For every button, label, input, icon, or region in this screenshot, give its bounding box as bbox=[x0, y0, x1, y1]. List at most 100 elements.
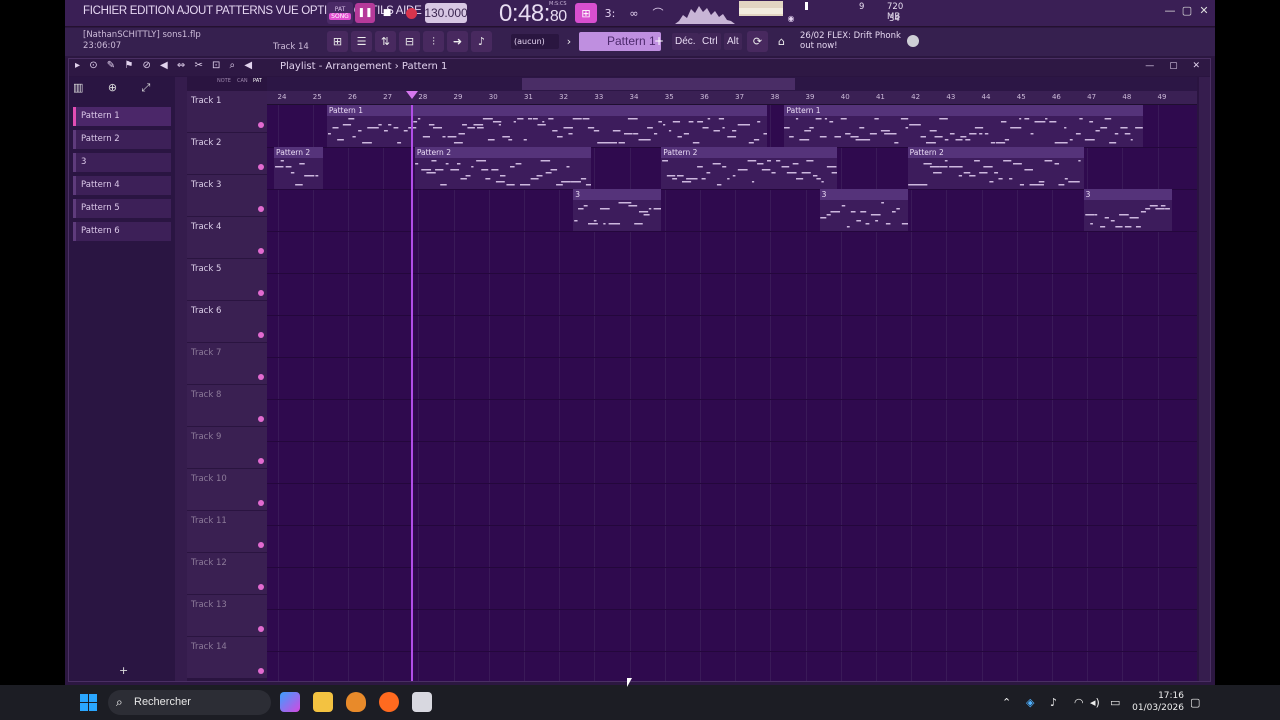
step-edit-icon[interactable]: ⊞ bbox=[575, 3, 597, 23]
notification-icon[interactable]: ▢ bbox=[1190, 696, 1200, 709]
chevron-right-icon[interactable]: › bbox=[563, 31, 575, 52]
track-header[interactable]: Track 5 bbox=[187, 259, 267, 301]
arrangement-grid[interactable]: Pattern 1 Pattern 1 Pattern 2 Pattern 2 Patt… bbox=[267, 105, 1197, 681]
track-enable-led[interactable] bbox=[258, 584, 264, 590]
minimize-icon[interactable]: — bbox=[1162, 4, 1178, 20]
pattern-clip[interactable]: Pattern 2 bbox=[907, 147, 1084, 189]
picker-item[interactable]: Pattern 2 bbox=[73, 130, 171, 149]
playlist-icon[interactable]: ⊞ bbox=[327, 31, 348, 52]
track-enable-led[interactable] bbox=[258, 290, 264, 296]
globe-icon[interactable] bbox=[907, 35, 919, 47]
track-header[interactable]: Track 3 bbox=[187, 175, 267, 217]
arrow-icon[interactable]: ➜ bbox=[447, 31, 468, 52]
ctrl-button[interactable]: Ctrl bbox=[699, 33, 721, 50]
dec-button[interactable]: Déc. bbox=[672, 33, 699, 50]
microphone-icon[interactable]: ♪ bbox=[471, 31, 492, 52]
pattern-clip[interactable]: Pattern 2 bbox=[274, 147, 324, 189]
microphone-icon[interactable]: ♪ bbox=[1050, 696, 1057, 709]
track-enable-led[interactable] bbox=[258, 164, 264, 170]
channel-rack-icon[interactable]: ☰ bbox=[351, 31, 372, 52]
record-button[interactable] bbox=[401, 3, 421, 23]
mixer-icon[interactable]: ⫶ bbox=[423, 31, 444, 52]
countdown-icon[interactable]: 3: bbox=[599, 3, 621, 23]
track-enable-led[interactable] bbox=[258, 248, 264, 254]
pattern-clip[interactable]: Pattern 1 bbox=[326, 105, 767, 147]
snipping-tool-icon[interactable] bbox=[412, 692, 432, 712]
metronome-icon[interactable]: ⌒ bbox=[647, 3, 669, 23]
copilot-icon[interactable] bbox=[280, 692, 300, 712]
track-enable-led[interactable] bbox=[258, 626, 264, 632]
pattern-clip[interactable]: 3 bbox=[819, 189, 908, 231]
browser-icon[interactable]: ⊟ bbox=[399, 31, 420, 52]
track-header[interactable]: Track 10 bbox=[187, 469, 267, 511]
tempo-display[interactable]: 130.000 bbox=[424, 3, 468, 23]
track-enable-led[interactable] bbox=[258, 668, 264, 674]
battery-icon[interactable]: ▭ bbox=[1110, 696, 1120, 709]
picker-scrollbar[interactable] bbox=[175, 77, 187, 681]
track-header[interactable]: Track 7 bbox=[187, 343, 267, 385]
fl-studio-icon[interactable] bbox=[346, 692, 366, 712]
pattern-clip[interactable]: Pattern 1 bbox=[784, 105, 1144, 147]
picker-add-button[interactable]: + bbox=[119, 664, 128, 677]
track-header[interactable]: Track 14 bbox=[187, 637, 267, 679]
add-pattern-button[interactable]: + bbox=[654, 32, 666, 51]
picker-item[interactable]: Pattern 6 bbox=[73, 222, 171, 241]
overview-bar[interactable] bbox=[267, 77, 1197, 91]
picker-item[interactable]: Pattern 1 bbox=[73, 107, 171, 126]
piano-roll-icon[interactable]: ⇅ bbox=[375, 31, 396, 52]
playhead-marker[interactable] bbox=[406, 91, 418, 99]
alt-button[interactable]: Alt bbox=[724, 33, 742, 50]
stop-button[interactable]: ■ bbox=[377, 3, 397, 23]
pattern-clip[interactable]: Pattern 2 bbox=[414, 147, 591, 189]
maximize-icon[interactable]: ▢ bbox=[1179, 4, 1195, 20]
track-enable-led[interactable] bbox=[258, 332, 264, 338]
close-icon[interactable]: ✕ bbox=[1196, 4, 1212, 20]
security-icon[interactable]: ◈ bbox=[1026, 696, 1034, 709]
tray-chevron-icon[interactable]: ⌃ bbox=[1002, 696, 1011, 709]
file-explorer-icon[interactable] bbox=[313, 692, 333, 712]
track-header[interactable]: Track 6 bbox=[187, 301, 267, 343]
loop-record-icon[interactable]: ∞ bbox=[623, 3, 645, 23]
windows-start-icon[interactable] bbox=[80, 694, 97, 711]
track-header[interactable]: Track 2 bbox=[187, 133, 267, 175]
track-enable-led[interactable] bbox=[258, 458, 264, 464]
track-header[interactable]: Track 12 bbox=[187, 553, 267, 595]
undo-history-icon[interactable]: ⟳ bbox=[747, 31, 768, 52]
track-header[interactable]: Track 13 bbox=[187, 595, 267, 637]
picker-item[interactable]: 3 bbox=[73, 153, 171, 172]
track-header[interactable]: Track 8 bbox=[187, 385, 267, 427]
track-header[interactable]: Track 11 bbox=[187, 511, 267, 553]
track-enable-led[interactable] bbox=[258, 416, 264, 422]
news-panel[interactable]: 26/02 FLEX: Drift Phonk out now! bbox=[800, 31, 901, 51]
cart-icon[interactable]: ⌂ bbox=[771, 31, 792, 52]
hint-time: 23:06:07 bbox=[83, 41, 122, 51]
volume-icon[interactable]: ◂) bbox=[1090, 696, 1100, 709]
pattern-clip[interactable]: Pattern 2 bbox=[661, 147, 838, 189]
overview-window[interactable] bbox=[522, 78, 795, 90]
eye-icon[interactable]: ◉ bbox=[785, 12, 797, 24]
taskbar-search[interactable]: Rechercher bbox=[108, 690, 271, 715]
track-header[interactable]: Track 9 bbox=[187, 427, 267, 469]
picker-item[interactable]: Pattern 5 bbox=[73, 199, 171, 218]
track-enable-led[interactable] bbox=[258, 206, 264, 212]
track-enable-led[interactable] bbox=[258, 542, 264, 548]
track-header[interactable]: Track 4 bbox=[187, 217, 267, 259]
system-clock[interactable]: 17:16 01/03/2026 bbox=[1132, 690, 1184, 714]
playlist-window-buttons[interactable]: — ▢ ✕ bbox=[1145, 61, 1206, 71]
track-enable-led[interactable] bbox=[258, 122, 264, 128]
picker-item[interactable]: Pattern 4 bbox=[73, 176, 171, 195]
pat-song-toggle[interactable]: PAT SONG bbox=[327, 2, 353, 24]
wifi-icon[interactable]: ◠ bbox=[1074, 696, 1084, 709]
picker-toggle[interactable]: ▥ ⊕ ⤢ bbox=[73, 81, 171, 101]
pause-button[interactable]: ❚❚ bbox=[355, 3, 375, 23]
track-header[interactable]: Track 1 bbox=[187, 91, 267, 133]
preset-selector[interactable]: (aucun) bbox=[511, 34, 559, 49]
pattern-clip[interactable]: 3 bbox=[573, 189, 662, 231]
vertical-scrollbar[interactable] bbox=[1199, 77, 1210, 681]
firefox-icon[interactable] bbox=[379, 692, 399, 712]
pattern-clip[interactable]: 3 bbox=[1083, 189, 1172, 231]
pattern-selector[interactable]: Pattern 1 bbox=[579, 32, 661, 51]
track-enable-led[interactable] bbox=[258, 374, 264, 380]
track-enable-led[interactable] bbox=[258, 500, 264, 506]
playlist-tools[interactable]: ▸ ⊙ ✎ ⚑ ⊘ ◀ ⇔ ✂ ⊡ ⌕ ◀ bbox=[75, 60, 255, 71]
